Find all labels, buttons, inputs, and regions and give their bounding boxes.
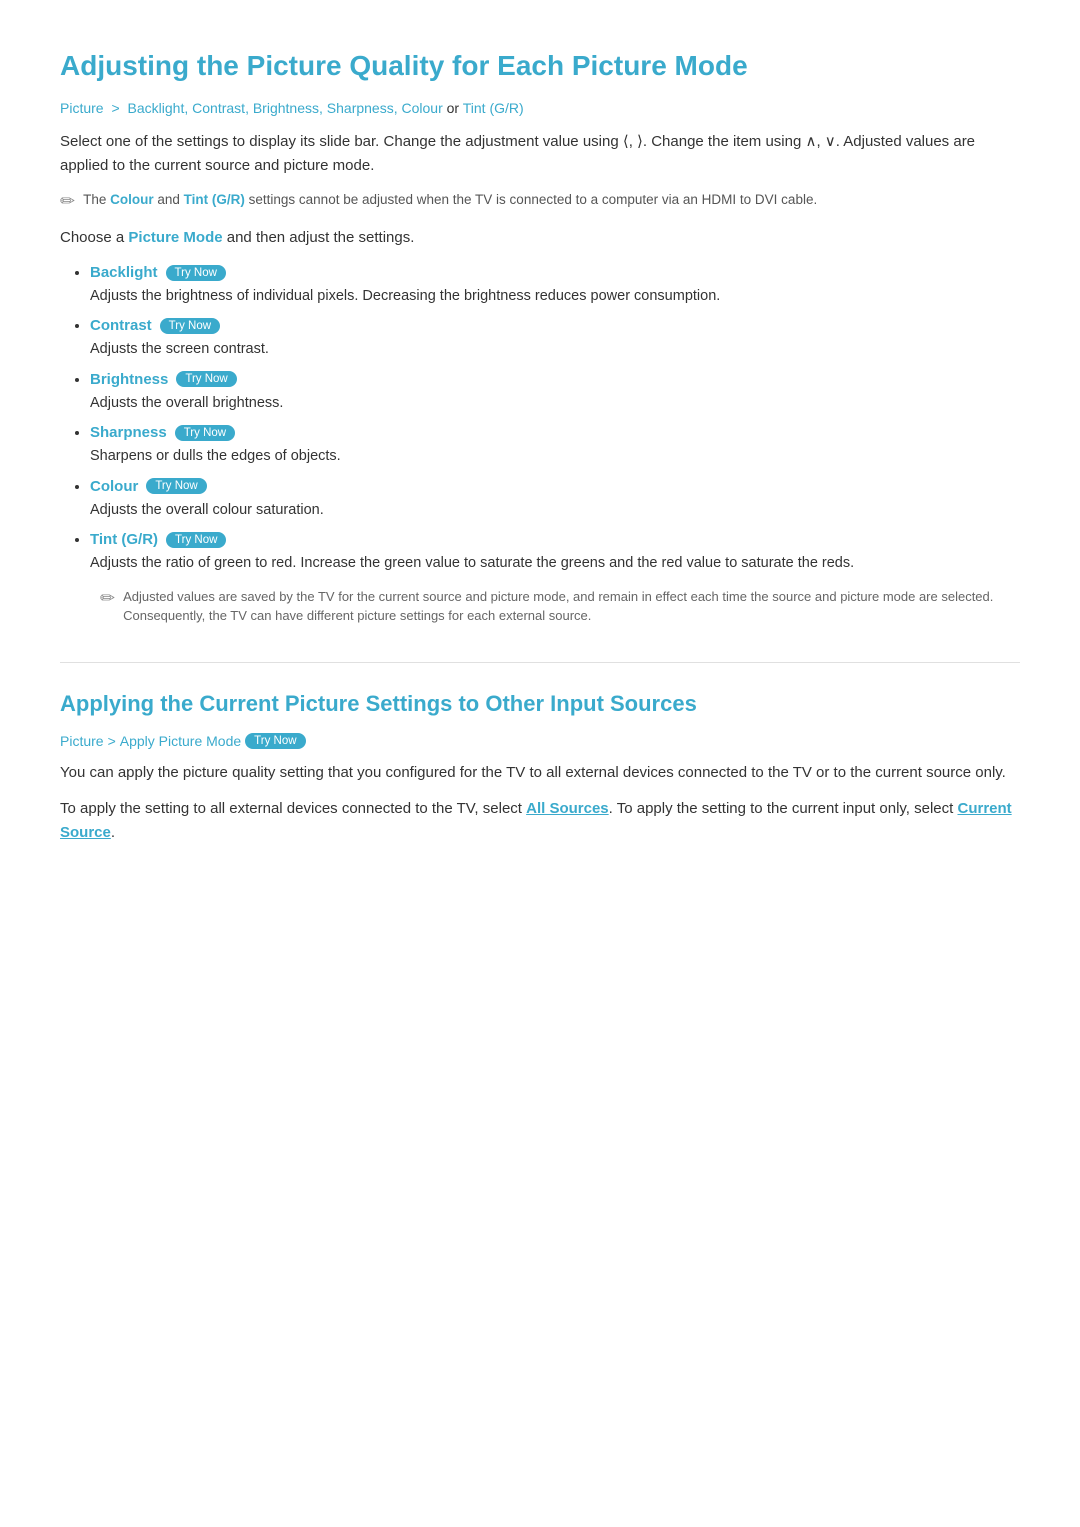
breadcrumb-tint[interactable]: Tint (G/R) [463, 100, 524, 116]
breadcrumb-comma2: , [245, 100, 249, 116]
breadcrumb2-apply[interactable]: Apply Picture Mode [120, 733, 241, 749]
setting-header-backlight: Backlight Try Now [90, 264, 1020, 281]
tint-note-text: Adjusted values are saved by the TV for … [123, 587, 1020, 626]
breadcrumb-contrast[interactable]: Contrast [192, 100, 245, 116]
breadcrumb-backlight[interactable]: Backlight [128, 100, 185, 116]
breadcrumb-comma4: , [394, 100, 398, 116]
setting-header-sharpness: Sharpness Try Now [90, 424, 1020, 441]
pencil-icon: ✏ [60, 191, 75, 212]
list-item-sharpness: Sharpness Try Now Sharpens or dulls the … [90, 424, 1020, 467]
section2-desc2: To apply the setting to all external dev… [60, 797, 1020, 845]
choose-text: Choose a Picture Mode and then adjust th… [60, 226, 1020, 250]
section2-desc2-prefix: To apply the setting to all external dev… [60, 800, 526, 817]
setting-name-sharpness[interactable]: Sharpness [90, 424, 167, 441]
breadcrumb2-separator: > [108, 733, 116, 749]
list-item-brightness: Brightness Try Now Adjusts the overall b… [90, 371, 1020, 414]
section2-desc1: You can apply the picture quality settin… [60, 761, 1020, 785]
setting-header-colour: Colour Try Now [90, 478, 1020, 495]
breadcrumb2-picture[interactable]: Picture [60, 733, 104, 749]
list-item-colour: Colour Try Now Adjusts the overall colou… [90, 478, 1020, 521]
pencil-icon-2: ✏ [100, 588, 115, 609]
setting-name-tint[interactable]: Tint (G/R) [90, 531, 158, 548]
page-title: Adjusting the Picture Quality for Each P… [60, 50, 1020, 82]
try-now-sharpness[interactable]: Try Now [175, 425, 235, 441]
list-item-contrast: Contrast Try Now Adjusts the screen cont… [90, 317, 1020, 360]
setting-desc-colour: Adjusts the overall colour saturation. [90, 499, 1020, 521]
breadcrumb-colour[interactable]: Colour [402, 100, 443, 116]
note-colour-link: Colour [110, 192, 154, 207]
setting-name-colour[interactable]: Colour [90, 478, 138, 495]
all-sources-link[interactable]: All Sources [526, 800, 609, 817]
setting-desc-backlight: Adjusts the brightness of individual pix… [90, 285, 1020, 307]
note-text-1: The Colour and Tint (G/R) settings canno… [83, 190, 817, 210]
section2-title: Applying the Current Picture Settings to… [60, 691, 1020, 717]
try-now-backlight[interactable]: Try Now [166, 265, 226, 281]
setting-desc-sharpness: Sharpens or dulls the edges of objects. [90, 445, 1020, 467]
setting-desc-tint: Adjusts the ratio of green to red. Incre… [90, 552, 1020, 574]
breadcrumb-separator: > [111, 100, 119, 116]
setting-header-brightness: Brightness Try Now [90, 371, 1020, 388]
breadcrumb-comma3: , [319, 100, 323, 116]
try-now-apply-picture-mode[interactable]: Try Now [245, 733, 305, 749]
try-now-contrast[interactable]: Try Now [160, 318, 220, 334]
breadcrumb2: Picture > Apply Picture Mode Try Now [60, 733, 1020, 749]
tint-note-block: ✏ Adjusted values are saved by the TV fo… [90, 587, 1020, 626]
setting-desc-brightness: Adjusts the overall brightness. [90, 392, 1020, 414]
list-item-tint: Tint (G/R) Try Now Adjusts the ratio of … [90, 531, 1020, 625]
setting-name-contrast[interactable]: Contrast [90, 317, 152, 334]
intro-text: Select one of the settings to display it… [60, 130, 1020, 178]
breadcrumb-or: or [447, 100, 463, 116]
breadcrumb-picture[interactable]: Picture [60, 100, 104, 116]
setting-desc-contrast: Adjusts the screen contrast. [90, 338, 1020, 360]
section2-desc2-mid: . To apply the setting to the current in… [609, 800, 958, 817]
section2-desc2-suffix: . [111, 824, 115, 841]
setting-name-brightness[interactable]: Brightness [90, 371, 168, 388]
try-now-tint[interactable]: Try Now [166, 532, 226, 548]
setting-header-contrast: Contrast Try Now [90, 317, 1020, 334]
note-block-1: ✏ The Colour and Tint (G/R) settings can… [60, 190, 1020, 212]
list-item-backlight: Backlight Try Now Adjusts the brightness… [90, 264, 1020, 307]
try-now-colour[interactable]: Try Now [146, 478, 206, 494]
breadcrumb-brightness[interactable]: Brightness [253, 100, 319, 116]
try-now-brightness[interactable]: Try Now [176, 371, 236, 387]
breadcrumb-sharpness[interactable]: Sharpness [327, 100, 394, 116]
breadcrumb-comma1: , [184, 100, 188, 116]
note-tint-link: Tint (G/R) [184, 192, 245, 207]
setting-header-tint: Tint (G/R) Try Now [90, 531, 1020, 548]
breadcrumb: Picture > Backlight, Contrast, Brightnes… [60, 100, 1020, 116]
settings-list: Backlight Try Now Adjusts the brightness… [60, 264, 1020, 626]
picture-mode-link[interactable]: Picture Mode [128, 229, 222, 246]
section-divider [60, 662, 1020, 663]
setting-name-backlight[interactable]: Backlight [90, 264, 158, 281]
